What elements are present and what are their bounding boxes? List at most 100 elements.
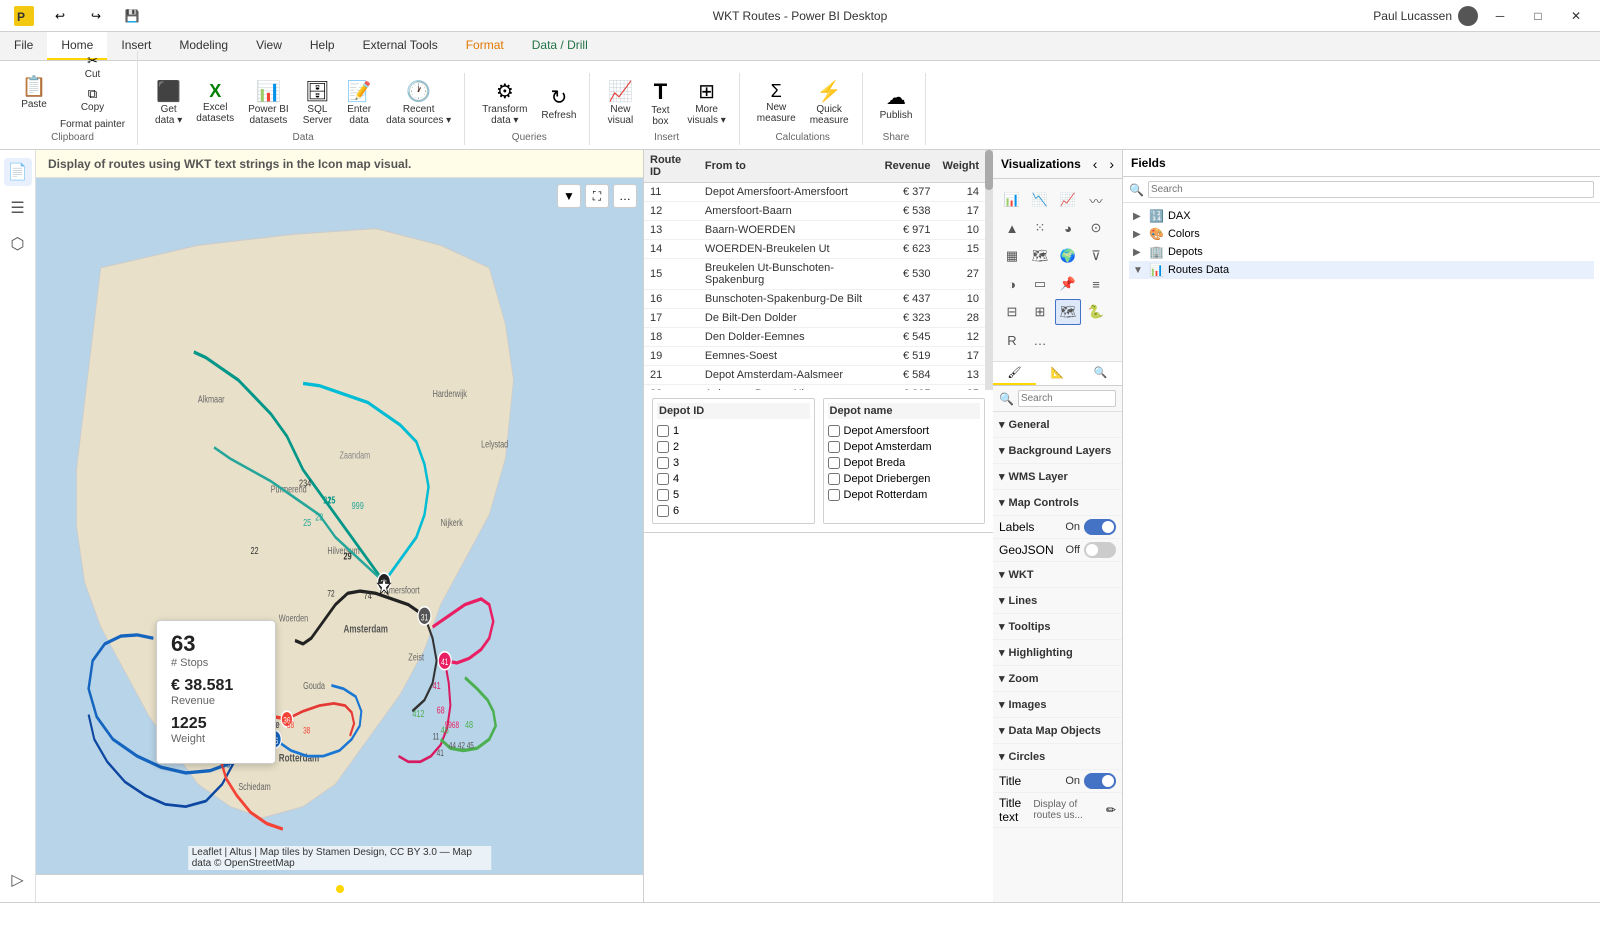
powerbi-button[interactable]: 📊 Power BIdatasets — [243, 76, 294, 129]
vis-kpi[interactable]: 📌 — [1055, 271, 1081, 297]
maximize-button[interactable]: □ — [1522, 0, 1554, 32]
depot-id-checkbox[interactable] — [657, 473, 669, 485]
tab-view[interactable]: View — [242, 32, 296, 60]
depot-name-item[interactable]: Depot Amersfoort — [828, 423, 981, 439]
tab-external-tools[interactable]: External Tools — [349, 32, 452, 60]
tab-help[interactable]: Help — [296, 32, 349, 60]
wms-layer-toggle[interactable]: ▾ WMS Layer — [999, 467, 1068, 486]
paste-button[interactable]: 📋 Paste — [16, 71, 52, 113]
fields-search-input[interactable] — [1148, 181, 1594, 198]
tab-modeling[interactable]: Modeling — [165, 32, 242, 60]
vis-map[interactable]: 🗺 — [1027, 243, 1053, 269]
fields-routes-data[interactable]: ▼ 📊 Routes Data — [1129, 261, 1594, 279]
quick-measure-button[interactable]: ⚡ Quickmeasure — [805, 76, 854, 129]
sidebar-model-icon[interactable]: ⬡ — [4, 230, 32, 258]
table-row[interactable]: 14 WOERDEN-Breukelen Ut € 623 15 — [644, 240, 985, 259]
filter-button[interactable]: ▼ — [557, 184, 581, 208]
vis-table[interactable]: ⊟ — [999, 299, 1025, 325]
vis-gauge[interactable]: ◑ — [999, 271, 1025, 297]
depot-id-item[interactable]: 4 — [657, 471, 810, 487]
text-box-button[interactable]: T Textbox — [642, 76, 678, 130]
depot-name-checkbox[interactable] — [828, 441, 840, 453]
vis-r[interactable]: R — [999, 327, 1025, 353]
vis-pie[interactable]: ◕ — [1055, 215, 1081, 241]
depot-id-checkbox[interactable] — [657, 457, 669, 469]
depot-id-checkbox[interactable] — [657, 489, 669, 501]
tab-data-drill[interactable]: Data / Drill — [518, 32, 602, 60]
more-options-button[interactable]: … — [613, 184, 637, 208]
general-toggle[interactable]: ▾ General — [999, 415, 1050, 434]
sidebar-data-icon[interactable]: ☰ — [4, 194, 32, 222]
vis-line-chart[interactable]: 〰 — [1083, 187, 1109, 213]
vis-funnel[interactable]: ⊽ — [1083, 243, 1109, 269]
vis-matrix[interactable]: ⊞ — [1027, 299, 1053, 325]
fields-tab[interactable]: 🔍 — [1079, 362, 1122, 385]
sql-button[interactable]: 🗄 SQLServer — [298, 76, 337, 129]
focus-mode-button[interactable]: ⛶ — [585, 184, 609, 208]
depot-name-item[interactable]: Depot Amsterdam — [828, 439, 981, 455]
map-controls-toggle[interactable]: ▾ Map Controls — [999, 493, 1079, 512]
lines-toggle[interactable]: ▾ Lines — [999, 591, 1037, 610]
depot-name-checkbox[interactable] — [828, 457, 840, 469]
title-toggle[interactable] — [1084, 773, 1116, 789]
vis-donut[interactable]: ⊙ — [1083, 215, 1109, 241]
depot-name-item[interactable]: Depot Driebergen — [828, 471, 981, 487]
table-row[interactable]: 19 Eemnes-Soest € 519 17 — [644, 347, 985, 366]
depot-name-item[interactable]: Depot Breda — [828, 455, 981, 471]
enter-data-button[interactable]: 📝 Enterdata — [341, 76, 377, 129]
redo-button[interactable]: ↪ — [80, 0, 112, 32]
copy-button[interactable]: ⧉ Copy — [56, 84, 129, 115]
cut-button[interactable]: ✂ Cut — [56, 51, 129, 82]
depot-id-item[interactable]: 1 — [657, 423, 810, 439]
table-row[interactable]: 17 De Bilt-Den Dolder € 323 28 — [644, 309, 985, 328]
vis-nav-prev[interactable]: ‹ — [1093, 156, 1098, 172]
wkt-toggle[interactable]: ▾ WKT — [999, 565, 1034, 584]
vis-filled-map[interactable]: 🌍 — [1055, 243, 1081, 269]
vis-more[interactable]: … — [1027, 327, 1053, 353]
refresh-button[interactable]: ↻ Refresh — [536, 82, 581, 124]
save-button[interactable]: 💾 — [116, 0, 148, 32]
route-table-scroll[interactable]: Route ID From to Revenue Weight 11 Depot… — [644, 150, 985, 390]
table-scrollbar[interactable] — [985, 150, 993, 390]
undo-button[interactable]: ↩ — [44, 0, 76, 32]
depot-id-item[interactable]: 3 — [657, 455, 810, 471]
zoom-toggle[interactable]: ▾ Zoom — [999, 669, 1038, 688]
vis-nav-next[interactable]: › — [1109, 156, 1114, 172]
vis-card[interactable]: ▭ — [1027, 271, 1053, 297]
table-row[interactable]: 12 Amersfoort-Baarn € 538 17 — [644, 202, 985, 221]
sidebar-filter-icon[interactable]: ▷ — [4, 866, 32, 894]
excel-button[interactable]: X Exceldatasets — [191, 78, 239, 127]
data-map-objects-toggle[interactable]: ▾ Data Map Objects — [999, 721, 1101, 740]
depot-name-checkbox[interactable] — [828, 473, 840, 485]
sidebar-report-icon[interactable]: 📄 — [4, 158, 32, 186]
depot-id-item[interactable]: 5 — [657, 487, 810, 503]
vis-clustered-bar[interactable]: 📈 — [1055, 187, 1081, 213]
vis-treemap[interactable]: ▦ — [999, 243, 1025, 269]
table-row[interactable]: 18 Den Dolder-Eemnes € 545 12 — [644, 328, 985, 347]
images-toggle[interactable]: ▾ Images — [999, 695, 1046, 714]
vis-area-chart[interactable]: ▲ — [999, 215, 1025, 241]
depot-id-checkbox[interactable] — [657, 425, 669, 437]
tab-format[interactable]: Format — [452, 32, 518, 60]
depot-id-checkbox[interactable] — [657, 441, 669, 453]
page-dot-1[interactable] — [336, 885, 344, 893]
table-row[interactable]: 16 Bunschoten-Spakenburg-De Bilt € 437 1… — [644, 290, 985, 309]
depot-name-checkbox[interactable] — [828, 425, 840, 437]
title-text-edit-icon[interactable]: ✏ — [1106, 803, 1116, 817]
vis-bar-chart[interactable]: 📊 — [999, 187, 1025, 213]
fields-colors[interactable]: ▶ 🎨 Colors — [1129, 225, 1594, 243]
labels-toggle[interactable] — [1084, 519, 1116, 535]
table-row[interactable]: 11 Depot Amersfoort-Amersfoort € 377 14 — [644, 183, 985, 202]
table-row[interactable]: 15 Breukelen Ut-Bunschoten-Spakenburg € … — [644, 259, 985, 290]
new-measure-button[interactable]: Σ Newmeasure — [752, 78, 801, 127]
recent-data-button[interactable]: 🕐 Recentdata sources ▾ — [381, 76, 456, 129]
table-row[interactable]: 21 Depot Amsterdam-Aalsmeer € 584 13 — [644, 366, 985, 385]
format-painter-button[interactable]: Format painter — [56, 117, 129, 132]
tooltips-toggle[interactable]: ▾ Tooltips — [999, 617, 1051, 636]
vis-stacked-bar[interactable]: 📉 — [1027, 187, 1053, 213]
vis-search-input[interactable] — [1018, 390, 1116, 407]
vis-scatter[interactable]: ⁙ — [1027, 215, 1053, 241]
format-tab[interactable]: 🖌 — [993, 362, 1036, 385]
fields-dax[interactable]: ▶ 🔢 DAX — [1129, 207, 1594, 225]
close-button[interactable]: ✕ — [1560, 0, 1592, 32]
